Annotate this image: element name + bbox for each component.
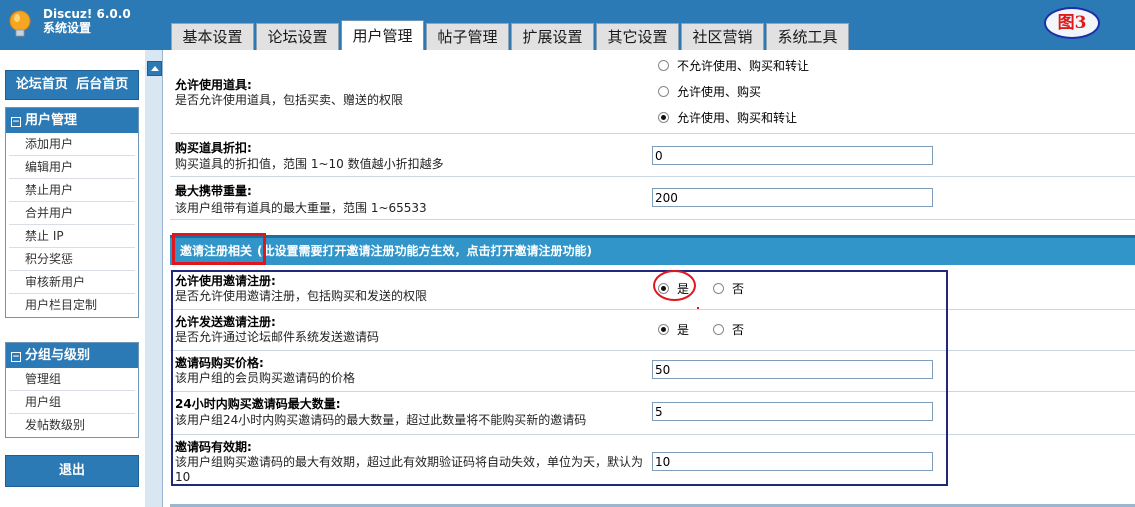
radio-label: 允许使用、购买 bbox=[677, 85, 762, 99]
radio-button-selected-icon bbox=[658, 112, 669, 123]
sidebar-item-review-new-users[interactable]: 审核新用户 bbox=[9, 271, 135, 294]
collapse-box-icon: − bbox=[11, 352, 21, 362]
sidebar-item-post-levels[interactable]: 发帖数级别 bbox=[9, 414, 135, 437]
setting-description: 该用户组带有道具的最大重量，范围 1~65533 bbox=[175, 201, 427, 215]
main-content: 允许使用道具: 是否允许使用道具，包括买卖、赠送的权限 不允许使用、购买和转让 … bbox=[170, 50, 1135, 507]
tab-basic-settings[interactable]: 基本设置 bbox=[171, 23, 254, 50]
annotation-red-circle bbox=[653, 270, 696, 301]
radio-option-use-buy[interactable]: 允许使用、购买 bbox=[658, 85, 761, 99]
radio-option-use-buy-transfer[interactable]: 允许使用、购买和转让 bbox=[658, 111, 797, 125]
top-header: Discuz! 6.0.0 系统设置 基本设置 论坛设置 用户管理 帖子管理 扩… bbox=[0, 0, 1135, 50]
sidebar-item-add-user[interactable]: 添加用户 bbox=[9, 133, 135, 156]
setting-row-item-discount: 购买道具折扣: 购买道具的折扣值，范围 1~10 数值越小折扣越多 bbox=[170, 134, 1135, 177]
menu-groups-levels: − 分组与级别 管理组 用户组 发帖数级别 bbox=[5, 342, 139, 438]
tab-other-settings[interactable]: 其它设置 bbox=[596, 23, 679, 50]
tab-extension-settings[interactable]: 扩展设置 bbox=[511, 23, 594, 50]
sidebar-item-admin-groups[interactable]: 管理组 bbox=[9, 368, 135, 391]
app-subtitle: 系统设置 bbox=[43, 21, 92, 35]
sidebar: 论坛首页 后台首页 − 用户管理 添加用户 编辑用户 禁止用户 合并用户 禁止 I… bbox=[0, 50, 145, 507]
sidebar-item-ban-ip[interactable]: 禁止 IP bbox=[9, 225, 135, 248]
setting-row-allow-items: 允许使用道具: 是否允许使用道具，包括买卖、赠送的权限 不允许使用、购买和转让 … bbox=[170, 50, 1135, 134]
sidebar-item-user-fields[interactable]: 用户栏目定制 bbox=[9, 294, 135, 317]
app-name: Discuz! 6.0.0 bbox=[43, 7, 131, 21]
radio-label: 不允许使用、购买和转让 bbox=[677, 59, 810, 73]
item-discount-input[interactable] bbox=[652, 146, 933, 165]
menu-title: 分组与级别 bbox=[25, 348, 91, 363]
enable-invite-link[interactable]: (此设置需要打开邀请注册功能方生效，点击打开邀请注册功能) bbox=[257, 243, 592, 259]
radio-button-icon bbox=[658, 60, 669, 71]
sidebar-item-credit-rewards[interactable]: 积分奖惩 bbox=[9, 248, 135, 271]
annotation-red-dot bbox=[697, 307, 699, 309]
collapse-sidebar-icon[interactable] bbox=[147, 61, 162, 76]
menu-header-groups-levels[interactable]: − 分组与级别 bbox=[6, 343, 138, 368]
tab-community-marketing[interactable]: 社区营销 bbox=[681, 23, 764, 50]
section-header-invite: 邀请注册相关 (此设置需要打开邀请注册功能方生效，点击打开邀请注册功能) bbox=[170, 235, 1135, 265]
tab-post-management[interactable]: 帖子管理 bbox=[426, 23, 509, 50]
admin-home-link[interactable]: 后台首页 bbox=[76, 77, 128, 92]
setting-row-max-weight: 最大携带重量: 该用户组带有道具的最大重量，范围 1~65533 bbox=[170, 177, 1135, 220]
forum-home-link[interactable]: 论坛首页 bbox=[16, 77, 68, 92]
radio-label: 允许使用、购买和转让 bbox=[677, 111, 798, 125]
lightbulb-logo-icon bbox=[9, 10, 31, 37]
menu-header-user-management[interactable]: − 用户管理 bbox=[6, 108, 138, 133]
annotation-blue-rectangle bbox=[171, 270, 948, 486]
sidebar-item-merge-user[interactable]: 合并用户 bbox=[9, 202, 135, 225]
tab-system-tools[interactable]: 系统工具 bbox=[766, 23, 849, 50]
sidebar-splitter bbox=[145, 50, 163, 507]
sidebar-item-edit-user[interactable]: 编辑用户 bbox=[9, 156, 135, 179]
tab-user-management[interactable]: 用户管理 bbox=[341, 20, 424, 50]
setting-title: 最大携带重量: bbox=[175, 184, 252, 198]
collapse-box-icon: − bbox=[11, 117, 21, 127]
menu-user-management: − 用户管理 添加用户 编辑用户 禁止用户 合并用户 禁止 IP 积分奖惩 审核新… bbox=[5, 107, 139, 318]
setting-description: 购买道具的折扣值，范围 1~10 数值越小折扣越多 bbox=[175, 157, 444, 171]
setting-title: 允许使用道具: bbox=[175, 78, 252, 92]
tab-forum-settings[interactable]: 论坛设置 bbox=[256, 23, 339, 50]
setting-description: 是否允许使用道具，包括买卖、赠送的权限 bbox=[175, 93, 404, 107]
sidebar-item-ban-user[interactable]: 禁止用户 bbox=[9, 179, 135, 202]
sidebar-home-links: 论坛首页 后台首页 bbox=[5, 70, 139, 100]
logout-button[interactable]: 退出 bbox=[5, 455, 139, 487]
annotation-red-rectangle bbox=[172, 233, 266, 265]
max-weight-input[interactable] bbox=[652, 188, 933, 207]
radio-button-icon bbox=[658, 86, 669, 97]
radio-option-no-items[interactable]: 不允许使用、购买和转让 bbox=[658, 59, 809, 73]
menu-title: 用户管理 bbox=[25, 113, 78, 128]
setting-title: 购买道具折扣: bbox=[175, 141, 252, 155]
figure-annotation-label: 图3 bbox=[1044, 7, 1100, 39]
sidebar-item-user-groups[interactable]: 用户组 bbox=[9, 391, 135, 414]
